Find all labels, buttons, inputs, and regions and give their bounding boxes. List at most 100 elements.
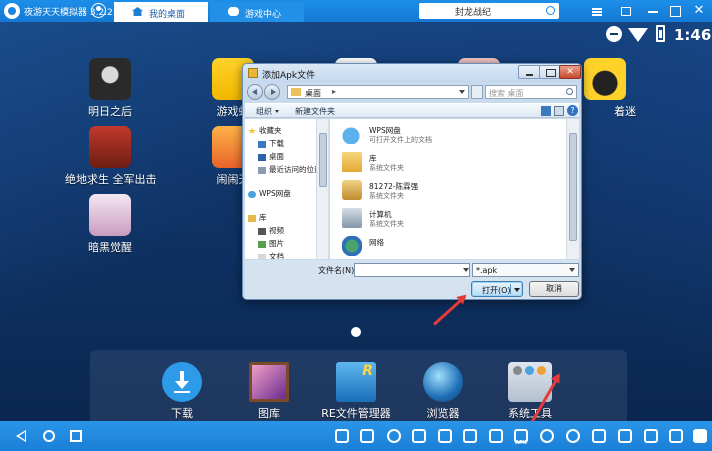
file-type: 系统文件夹 [369, 192, 404, 200]
icon-shape [412, 429, 426, 443]
touch-icon[interactable] [488, 428, 504, 444]
computer-icon [342, 208, 362, 228]
nav-item-favorites[interactable]: 收藏夹 [248, 125, 282, 136]
app-anhei[interactable]: 暗黑觉醒 [65, 194, 155, 255]
search-placeholder: 搜索 桌面 [489, 89, 524, 98]
folder-search-input[interactable]: 搜索 桌面 [485, 85, 577, 99]
nav-item-videos[interactable]: 视频 [258, 225, 284, 236]
dialog-maximize-button[interactable] [539, 65, 561, 79]
dock-browser[interactable]: 浏览器 [398, 362, 488, 421]
file-type: 系统文件夹 [369, 164, 404, 172]
chevron-down-icon[interactable] [514, 288, 520, 292]
app-juedi[interactable]: 绝地求生 全军出击 [65, 126, 157, 187]
icon-shape [463, 429, 477, 443]
keyboard-mapping-icon[interactable] [462, 428, 478, 444]
close-button[interactable]: ✕ [692, 4, 706, 18]
page-indicator-dot [351, 327, 361, 337]
search-icon[interactable] [546, 6, 555, 15]
app-mingri[interactable]: 明日之后 [65, 58, 155, 119]
window-mode-icon[interactable] [618, 4, 632, 18]
file-item-computer[interactable]: 计算机 系统文件夹 [336, 206, 556, 233]
menu-icon[interactable] [590, 4, 604, 18]
dialog-folder-icon [248, 68, 258, 78]
app-label: 浏览器 [426, 407, 460, 420]
screenshot-icon[interactable] [437, 428, 453, 444]
file-item-user[interactable]: 81272-陈霖强 系统文件夹 [336, 178, 556, 205]
android-home-icon[interactable] [43, 430, 55, 442]
nav-item-library[interactable]: 库 [248, 212, 267, 223]
address-separator: ▸ [332, 87, 337, 96]
file-item-library[interactable]: 库 系统文件夹 [336, 150, 556, 177]
icon-shape [438, 429, 452, 443]
icon-shape [335, 429, 349, 443]
tab-game-center[interactable]: 游戏中心 [210, 2, 304, 22]
nav-item-documents[interactable]: 文档 [258, 251, 284, 259]
dock-re-manager[interactable]: R RE文件管理器 [311, 362, 401, 421]
filetype-select[interactable]: *.apk [472, 263, 579, 277]
dock-gallery[interactable]: 图库 [224, 362, 314, 421]
wifi-icon [628, 28, 648, 42]
nav-item-wps-cloud[interactable]: WPS网盘 [248, 188, 291, 199]
dialog-close-button[interactable]: ✕ [559, 65, 581, 79]
android-recents-icon[interactable] [70, 430, 82, 442]
nav-pane-scrollbar[interactable] [316, 119, 328, 259]
tab-my-desktop[interactable]: 我的桌面 [114, 2, 208, 22]
file-share-icon[interactable] [591, 428, 607, 444]
scrollbar-thumb[interactable] [319, 133, 327, 187]
dock-download[interactable]: 下载 [137, 362, 227, 421]
file-item-wps[interactable]: WPS网盘 可打开文件上的文档 [336, 122, 556, 149]
dialog-minimize-button[interactable] [518, 65, 540, 79]
app-label: 暗黑觉醒 [88, 241, 132, 254]
file-item-network[interactable]: 网络 [336, 234, 556, 259]
address-bar[interactable]: 桌面 ▸ [287, 85, 469, 99]
volume-up-icon[interactable] [359, 428, 375, 444]
refresh-icon[interactable] [471, 85, 483, 99]
shake-icon[interactable] [386, 428, 402, 444]
multi-instance-icon[interactable] [617, 428, 633, 444]
preview-pane-icon[interactable] [554, 106, 564, 116]
icon-shape [387, 429, 401, 443]
open-button[interactable]: 打开(O) [471, 281, 523, 297]
dock-system-tools[interactable]: 系统工具 [485, 362, 575, 421]
view-options-icon[interactable] [541, 106, 551, 116]
scrollbar-thumb[interactable] [569, 133, 577, 241]
nav-item-desktop[interactable]: 桌面 [258, 151, 284, 162]
android-back-icon[interactable] [16, 430, 26, 442]
document-icon [258, 253, 266, 259]
user-account-icon[interactable] [91, 3, 106, 18]
cancel-button[interactable]: 取消 [529, 281, 579, 297]
app-mingri-icon [89, 58, 131, 100]
chevron-down-icon[interactable] [459, 90, 465, 94]
fullscreen-icon[interactable] [668, 428, 684, 444]
nav-item-downloads[interactable]: 下载 [258, 138, 284, 149]
filename-input[interactable] [354, 263, 470, 277]
nav-item-label: WPS网盘 [259, 189, 291, 198]
volume-down-icon[interactable] [334, 428, 350, 444]
help-icon[interactable]: ? [567, 105, 578, 116]
toolbox-icon[interactable] [411, 428, 427, 444]
filetype-value: *.apk [476, 266, 498, 275]
app-label: 下载 [171, 407, 193, 420]
forward-arrow-icon[interactable] [264, 84, 280, 100]
install-apk-icon[interactable]: APK [513, 428, 529, 446]
chevron-down-icon[interactable] [463, 268, 469, 272]
gallery-icon [249, 362, 289, 402]
new-folder-button[interactable]: 新建文件夹 [295, 106, 335, 117]
record-icon[interactable] [565, 428, 581, 444]
maximize-button[interactable] [668, 4, 682, 18]
icon-shape [592, 429, 606, 443]
organize-button[interactable]: 组织 [256, 106, 279, 117]
nav-item-pictures[interactable]: 图片 [258, 238, 284, 249]
search-icon [566, 88, 573, 95]
nav-item-recent[interactable]: 最近访问的位置 [258, 164, 322, 175]
icon-shape [644, 429, 658, 443]
rotate-screen-icon[interactable] [643, 428, 659, 444]
nav-item-label: 视频 [269, 226, 284, 235]
keyboard-icon[interactable] [692, 428, 708, 444]
back-arrow-icon[interactable] [247, 84, 263, 100]
game-search-input[interactable]: 封龙战纪 [419, 3, 559, 19]
location-icon[interactable] [539, 428, 555, 444]
file-list-scrollbar[interactable] [566, 119, 579, 259]
minimize-button[interactable] [646, 4, 660, 18]
nav-item-label: 文档 [269, 252, 284, 259]
